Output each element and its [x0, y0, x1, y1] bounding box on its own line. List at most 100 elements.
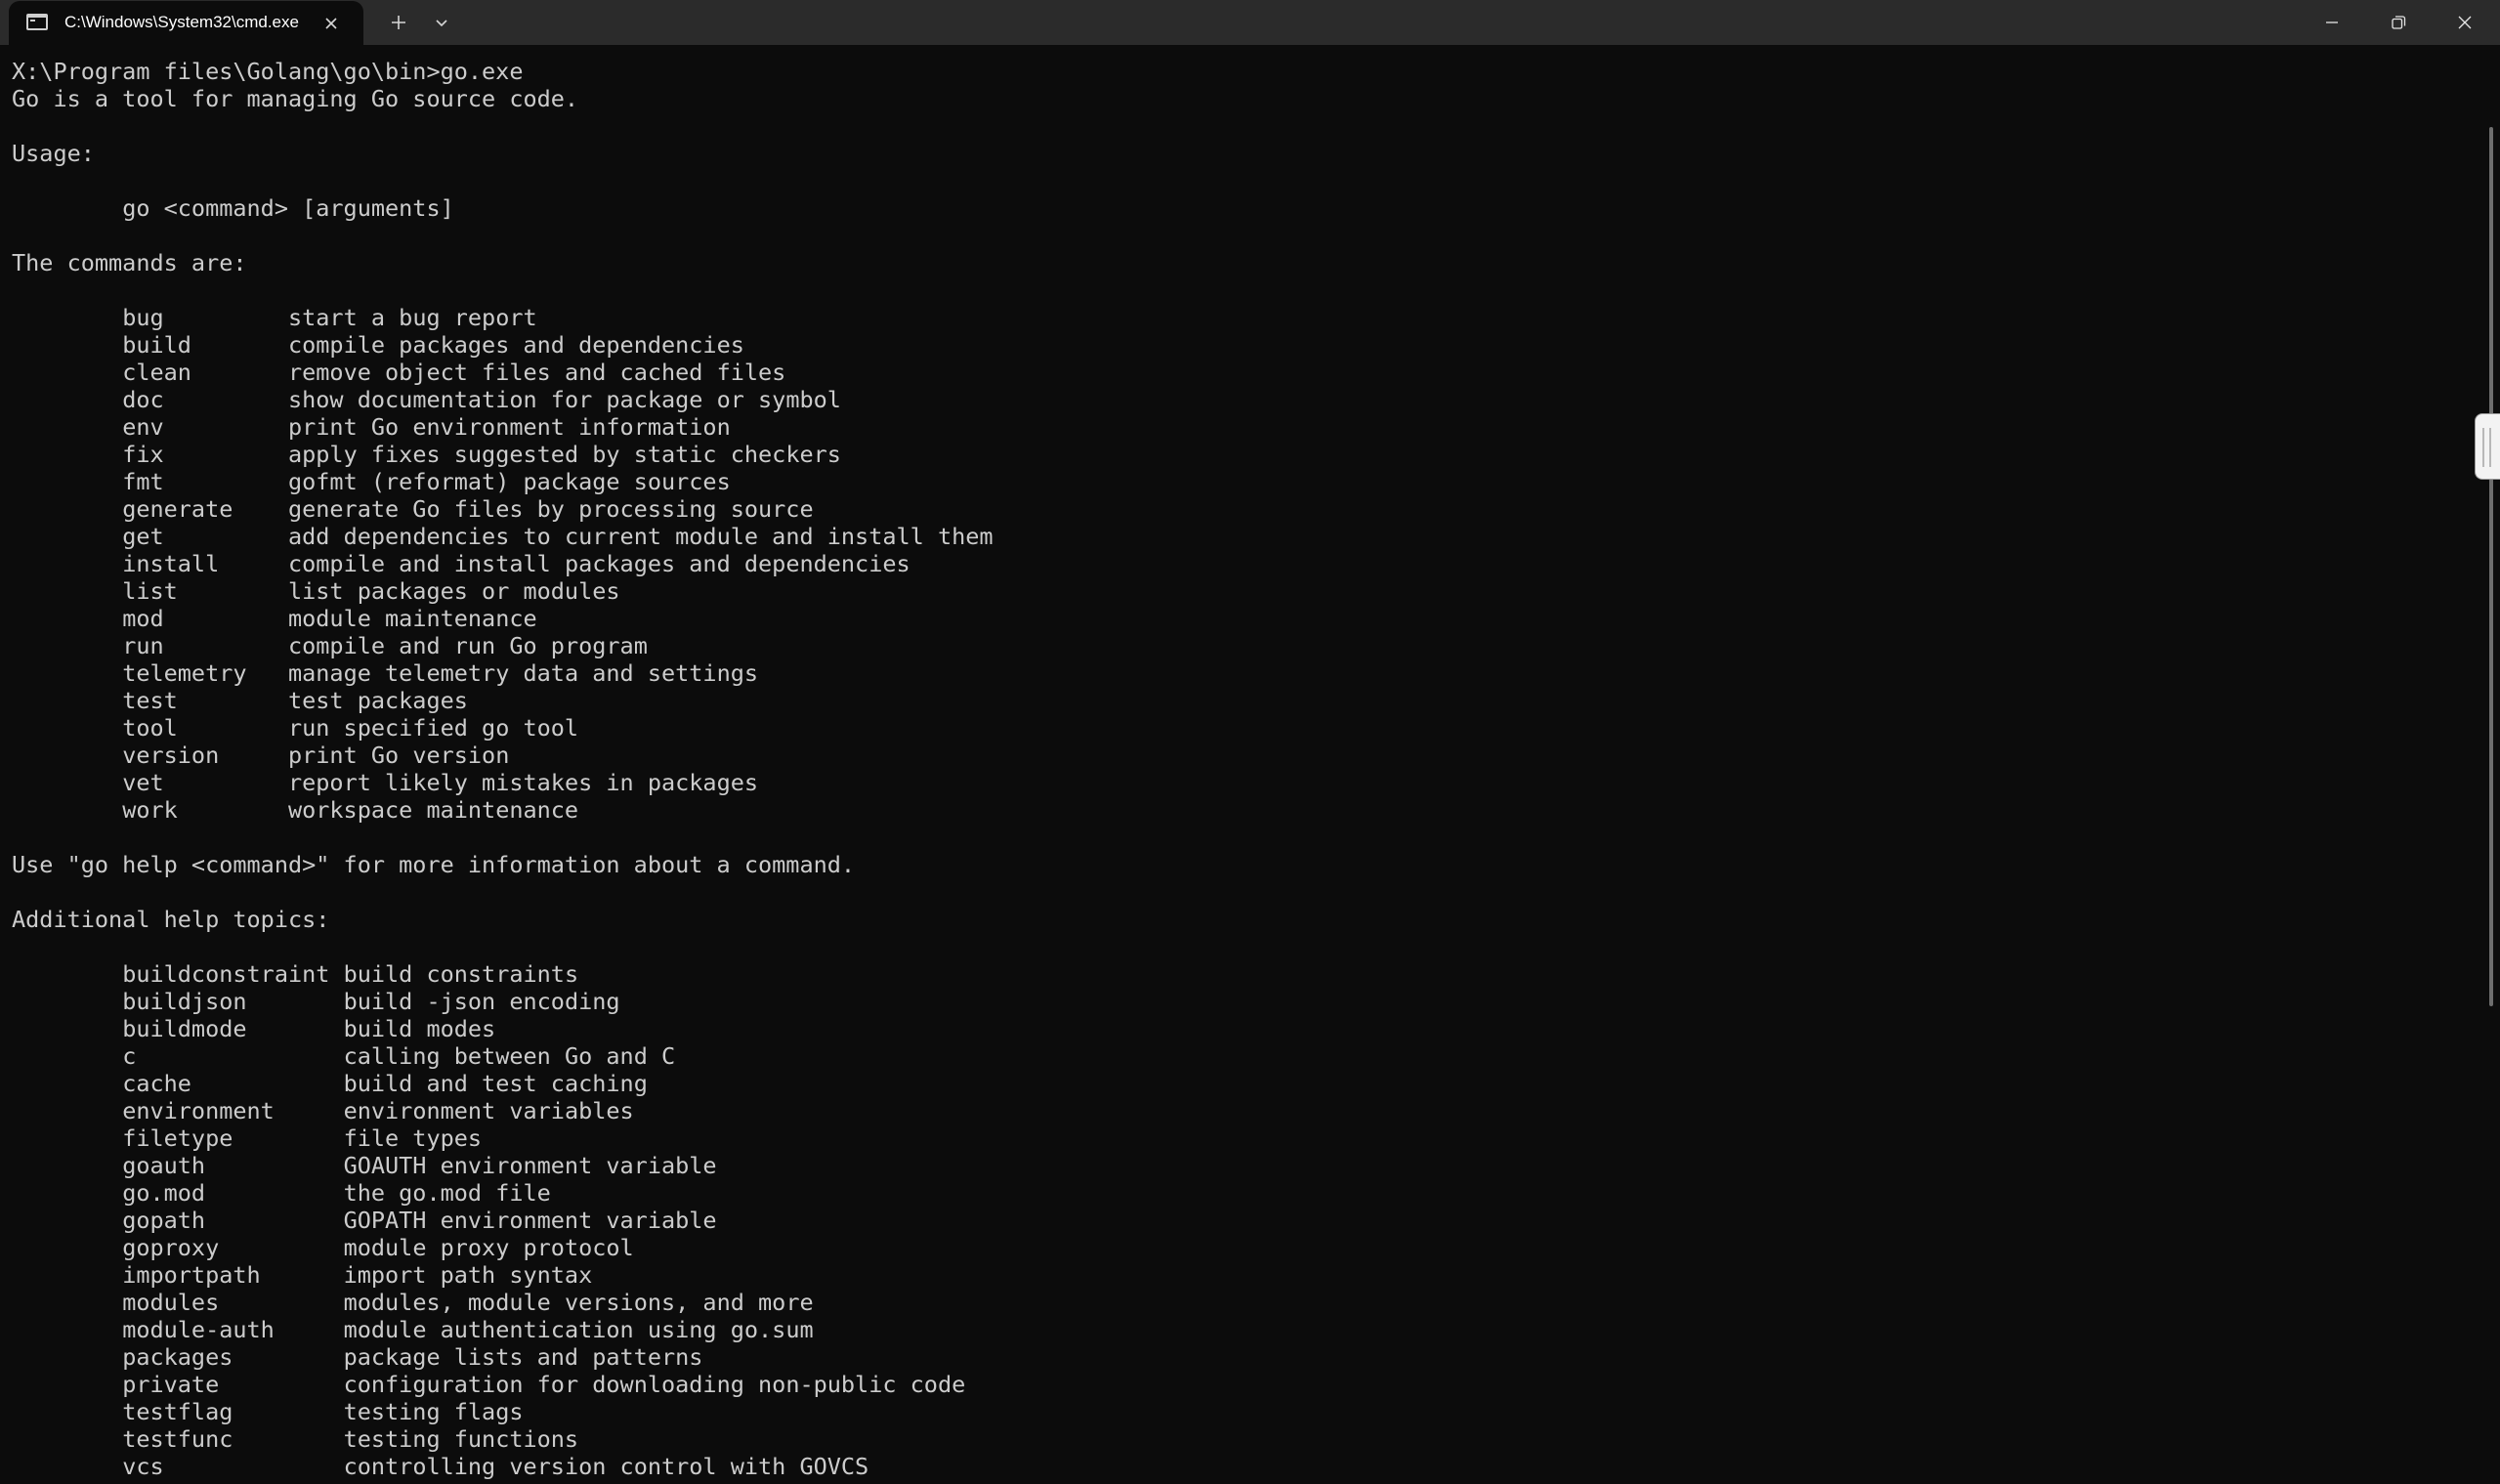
item-description: run specified go tool — [287, 714, 579, 742]
close-icon — [2458, 16, 2472, 29]
list-item: get add dependencies to current module a… — [12, 523, 994, 550]
item-name: buildconstraint — [122, 960, 330, 988]
list-item: clean remove object files and cached fil… — [12, 359, 785, 386]
item-name: doc — [122, 386, 164, 413]
close-tab-button[interactable] — [318, 11, 344, 36]
item-name: module-auth — [122, 1316, 275, 1343]
item-description: import path syntax — [343, 1261, 593, 1289]
item-name: go.mod — [122, 1179, 206, 1207]
item-name: importpath — [122, 1261, 261, 1289]
list-item: testfunc testing functions — [12, 1425, 578, 1453]
scrollbar-thumb[interactable] — [2489, 127, 2493, 1006]
minimize-button[interactable] — [2299, 0, 2365, 45]
item-name: packages — [122, 1343, 233, 1371]
list-item: gopath GOPATH environment variable — [12, 1207, 716, 1234]
item-description: modules, module versions, and more — [343, 1289, 814, 1316]
item-description: list packages or modules — [287, 577, 620, 605]
item-description: build modes — [343, 1015, 496, 1042]
restore-button[interactable] — [2365, 0, 2432, 45]
list-item: list list packages or modules — [12, 577, 620, 605]
intro-line: Go is a tool for managing Go source code… — [12, 85, 579, 112]
item-name: work — [122, 796, 178, 824]
item-description: compile and run Go program — [287, 632, 648, 659]
item-description: environment variables — [343, 1097, 634, 1124]
item-description: print Go version — [287, 742, 510, 769]
list-item: test test packages — [12, 687, 468, 714]
item-name: run — [122, 632, 164, 659]
tab-dropdown-button[interactable] — [427, 9, 456, 38]
item-name: fmt — [122, 468, 164, 495]
item-description: module authentication using go.sum — [343, 1316, 814, 1343]
item-name: environment — [122, 1097, 275, 1124]
list-item: goproxy module proxy protocol — [12, 1234, 634, 1261]
item-name: goproxy — [122, 1234, 220, 1261]
item-description: compile and install packages and depende… — [287, 550, 911, 577]
item-description: GOAUTH environment variable — [343, 1152, 717, 1179]
grip-line — [2482, 428, 2484, 467]
item-description: manage telemetry data and settings — [287, 659, 759, 687]
close-window-button[interactable] — [2432, 0, 2498, 45]
item-name: vcs — [122, 1453, 164, 1480]
item-description: add dependencies to current module and i… — [287, 523, 994, 550]
item-name: get — [122, 523, 164, 550]
item-description: generate Go files by processing source — [287, 495, 814, 523]
item-name: clean — [122, 359, 191, 386]
list-item: mod module maintenance — [12, 605, 536, 632]
item-name: install — [122, 550, 220, 577]
item-name: fix — [122, 441, 164, 468]
list-item: environment environment variables — [12, 1097, 634, 1124]
list-item: filetype file types — [12, 1124, 482, 1152]
commands-heading: The commands are: — [12, 249, 247, 276]
item-description: testing functions — [343, 1425, 579, 1453]
item-name: mod — [122, 605, 164, 632]
item-description: test packages — [287, 687, 468, 714]
list-item: work workspace maintenance — [12, 796, 578, 824]
list-item: vcs controlling version control with GOV… — [12, 1453, 869, 1480]
restore-icon — [2392, 16, 2406, 29]
vertical-scrollbar[interactable] — [2481, 45, 2500, 1484]
list-item: version print Go version — [12, 742, 509, 769]
list-item: doc show documentation for package or sy… — [12, 386, 841, 413]
list-item: importpath import path syntax — [12, 1261, 592, 1289]
item-description: build constraints — [343, 960, 579, 988]
list-item: go.mod the go.mod file — [12, 1179, 551, 1207]
list-item: goauth GOAUTH environment variable — [12, 1152, 717, 1179]
tab-cmd[interactable]: C:\Windows\System32\cmd.exe — [9, 1, 363, 45]
list-item: packages package lists and patterns — [12, 1343, 702, 1371]
topics-list: buildconstraint build constraints buildj… — [12, 960, 965, 1480]
new-tab-button[interactable] — [382, 7, 415, 38]
terminal-output[interactable]: X:\Program files\Golang\go\bin>go.exe Go… — [0, 45, 2481, 1484]
item-name: private — [122, 1371, 220, 1398]
item-description: the go.mod file — [343, 1179, 551, 1207]
item-description: start a bug report — [287, 304, 537, 331]
list-item: env print Go environment information — [12, 413, 731, 441]
list-item: c calling between Go and C — [12, 1042, 675, 1070]
item-description: testing flags — [343, 1398, 524, 1425]
item-description: calling between Go and C — [343, 1042, 676, 1070]
side-panel-handle[interactable] — [2475, 413, 2500, 480]
item-name: testfunc — [122, 1425, 233, 1453]
list-item: buildmode build modes — [12, 1015, 495, 1042]
item-description: controlling version control with GOVCS — [343, 1453, 869, 1480]
item-name: version — [122, 742, 220, 769]
list-item: telemetry manage telemetry data and sett… — [12, 659, 758, 687]
item-name: generate — [122, 495, 233, 523]
item-name: list — [122, 577, 178, 605]
list-item: module-auth module authentication using … — [12, 1316, 814, 1343]
list-item: vet report likely mistakes in packages — [12, 769, 758, 796]
close-icon — [325, 18, 337, 29]
item-name: cache — [122, 1070, 191, 1097]
item-description: remove object files and cached files — [287, 359, 786, 386]
item-description: build -json encoding — [343, 988, 620, 1015]
minimize-icon — [2326, 21, 2338, 23]
commands-list: bug start a bug report build compile pac… — [12, 304, 994, 824]
list-item: install compile and install packages and… — [12, 550, 911, 577]
item-name: telemetry — [122, 659, 247, 687]
item-description: report likely mistakes in packages — [287, 769, 759, 796]
item-description: module proxy protocol — [343, 1234, 634, 1261]
item-name: gopath — [122, 1207, 206, 1234]
usage-line: go <command> [arguments] — [122, 194, 454, 222]
help-hint: Use "go help <command>" for more informa… — [12, 851, 856, 878]
item-name: filetype — [122, 1124, 233, 1152]
list-item: testflag testing flags — [12, 1398, 524, 1425]
